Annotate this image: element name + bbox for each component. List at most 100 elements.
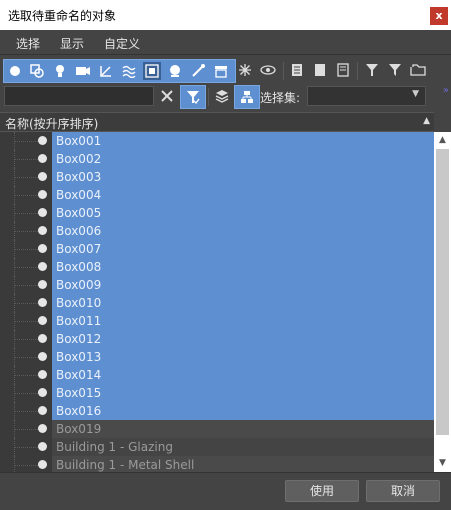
search-input[interactable]: [4, 86, 154, 106]
list-item-label: Box005: [52, 204, 434, 222]
list-item-label: Box016: [52, 402, 434, 420]
object-dot-icon: [38, 442, 47, 451]
list-item[interactable]: Box001: [0, 132, 434, 150]
tree-connector: [12, 168, 40, 186]
object-dot-icon: [38, 172, 47, 181]
tree-connector: [12, 348, 40, 366]
list-item[interactable]: Box012: [0, 330, 434, 348]
list-item-label: Box007: [52, 240, 434, 258]
object-dot-icon: [38, 352, 47, 361]
list-item[interactable]: Building 1 - Glazing: [0, 438, 434, 456]
lights-icon[interactable]: [51, 62, 69, 80]
menu-display[interactable]: 显示: [60, 35, 84, 52]
tree-connector: [12, 312, 40, 330]
object-dot-icon: [38, 424, 47, 433]
scroll-up-icon[interactable]: ▲: [434, 132, 451, 149]
geometry-icon[interactable]: [6, 62, 24, 80]
groups-icon[interactable]: [143, 62, 161, 80]
tree-connector: [12, 402, 40, 420]
tree-connector: [12, 222, 40, 240]
list-item-label: Box012: [52, 330, 434, 348]
list-item[interactable]: Box015: [0, 384, 434, 402]
list-header[interactable]: 名称(按升序排序) ▲: [0, 112, 434, 132]
scrollbar[interactable]: ▲ ▼: [434, 132, 451, 472]
toolbar-divider: [283, 62, 284, 80]
list-item-label: Box002: [52, 150, 434, 168]
tree-connector: [12, 258, 40, 276]
list-item[interactable]: Box004: [0, 186, 434, 204]
list-item-label: Box009: [52, 276, 434, 294]
list-item[interactable]: Box010: [0, 294, 434, 312]
list-item[interactable]: Building 1 - Metal Shell: [0, 456, 434, 472]
frozen-icon[interactable]: [236, 61, 254, 79]
tree-connector: [12, 276, 40, 294]
object-dot-icon: [38, 226, 47, 235]
menu-select[interactable]: 选择: [16, 35, 40, 52]
tree-connector: [12, 294, 40, 312]
use-button[interactable]: 使用: [285, 480, 359, 502]
object-dot-icon: [38, 406, 47, 415]
search-toolbar: 选择集: ▼ »: [0, 84, 451, 110]
object-dot-icon: [38, 334, 47, 343]
list-item[interactable]: Box002: [0, 150, 434, 168]
xrefs-icon[interactable]: [166, 62, 184, 80]
list-item-label: Building 1 - Glazing: [52, 438, 434, 456]
list-item[interactable]: Box013: [0, 348, 434, 366]
tree-connector: [12, 186, 40, 204]
bones-icon[interactable]: [189, 62, 207, 80]
hierarchy-icon: [241, 91, 253, 103]
select-none-icon[interactable]: [311, 61, 329, 79]
tree-connector: [12, 132, 40, 150]
invert-icon[interactable]: [334, 61, 352, 79]
filter-toggle-button[interactable]: [180, 85, 206, 109]
hierarchy-button[interactable]: [234, 85, 260, 109]
title-bar: 选取待重命名的对象 x: [0, 0, 451, 30]
filter-icon[interactable]: [363, 61, 381, 79]
list-item[interactable]: Box005: [0, 204, 434, 222]
object-dot-icon: [38, 262, 47, 271]
list-item[interactable]: Box008: [0, 258, 434, 276]
window-title: 选取待重命名的对象: [8, 9, 117, 23]
tree-connector: [12, 240, 40, 258]
overflow-chevron-icon[interactable]: »: [443, 85, 449, 96]
cancel-button[interactable]: 取消: [366, 480, 440, 502]
select-all-icon[interactable]: [288, 61, 306, 79]
folder-icon[interactable]: [409, 61, 427, 79]
selection-set-dropdown[interactable]: ▼: [307, 86, 426, 106]
toolbar-divider: [208, 88, 209, 106]
list-item[interactable]: Box011: [0, 312, 434, 330]
hidden-icon[interactable]: [259, 61, 277, 79]
close-button[interactable]: x: [430, 7, 448, 25]
object-dot-icon: [38, 460, 47, 469]
list-item[interactable]: Box009: [0, 276, 434, 294]
menu-customize[interactable]: 自定义: [104, 35, 140, 52]
selection-set-label: 选择集:: [260, 91, 301, 105]
shapes-icon[interactable]: [28, 62, 46, 80]
list-item[interactable]: Box007: [0, 240, 434, 258]
cameras-icon[interactable]: [74, 62, 92, 80]
sort-ascending-icon: ▲: [423, 116, 430, 126]
list-item-label: Box014: [52, 366, 434, 384]
layers-icon[interactable]: [213, 87, 231, 105]
tree-connector: [12, 150, 40, 168]
type-filter-group: [3, 59, 236, 83]
filter-funnel-icon[interactable]: [386, 61, 404, 79]
dialog-footer: 使用 取消: [0, 472, 451, 510]
list-item[interactable]: Box016: [0, 402, 434, 420]
object-dot-icon: [38, 244, 47, 253]
list-item[interactable]: Box003: [0, 168, 434, 186]
containers-icon[interactable]: [212, 62, 230, 80]
clear-search-icon[interactable]: [158, 87, 176, 105]
list-item-label: Box011: [52, 312, 434, 330]
spacewarps-icon[interactable]: [120, 62, 138, 80]
list-item-label: Box006: [52, 222, 434, 240]
helpers-icon[interactable]: [97, 62, 115, 80]
scroll-thumb[interactable]: [436, 149, 449, 435]
scroll-down-icon[interactable]: ▼: [434, 455, 451, 472]
list-item[interactable]: Box006: [0, 222, 434, 240]
name-column-header[interactable]: 名称(按升序排序): [5, 115, 98, 132]
list-item[interactable]: Box019: [0, 420, 434, 438]
tree-connector: [12, 384, 40, 402]
list-item[interactable]: Box014: [0, 366, 434, 384]
filter-check-icon: [187, 91, 200, 104]
